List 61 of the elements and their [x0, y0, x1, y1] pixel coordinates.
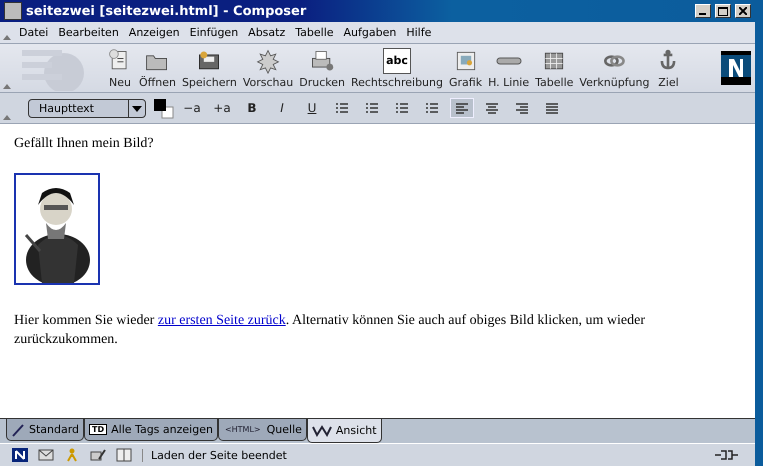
toolbar-button[interactable]: Drucken [296, 48, 348, 88]
caret-icon [128, 100, 145, 116]
app-icon [4, 2, 22, 20]
toolbar-button[interactable]: Ziel [652, 48, 684, 88]
toolbar-button[interactable]: H. Linie [485, 48, 532, 88]
increase-font-button[interactable]: +a [210, 98, 234, 118]
align-lines-icon [545, 102, 559, 114]
italic-button[interactable]: I [270, 98, 294, 118]
numbered-list-icon [365, 102, 379, 114]
underline-button[interactable]: U [300, 98, 324, 118]
toolbar-button[interactable]: Tabelle [532, 48, 576, 88]
n-logo-icon [721, 51, 751, 85]
toolbar-button[interactable]: abc Rechtschreibung [348, 48, 446, 88]
address-book-icon[interactable] [116, 448, 132, 462]
window-title: seitezwei [seitezwei.html] - Composer [26, 4, 308, 18]
toolbar-button[interactable]: Grafik [446, 48, 486, 88]
menu-item[interactable]: Anzeigen [124, 26, 185, 39]
align-lines-icon [515, 102, 529, 114]
indent-icon [425, 102, 439, 114]
menu-item[interactable]: Tabelle [290, 26, 339, 39]
paragraph-style-dropdown[interactable]: Haupttext [28, 98, 146, 118]
pen-icon [11, 422, 25, 436]
gear-icon [255, 48, 282, 74]
collapse-grip-icon[interactable] [3, 115, 11, 120]
bullet-list-icon [335, 102, 349, 114]
menu-item[interactable]: Aufgaben [338, 26, 402, 39]
close-button[interactable] [735, 4, 751, 18]
mode-tab[interactable]: <HTML> Quelle [218, 419, 307, 441]
menu-item[interactable]: Bearbeiten [53, 26, 124, 39]
document-heading: Gefällt Ihnen mein Bild? [14, 135, 155, 153]
mode-tab[interactable]: Ansicht [306, 419, 382, 443]
n-logo-icon[interactable] [12, 448, 28, 462]
close-icon [739, 7, 747, 15]
align-lines-icon [455, 102, 469, 114]
menu-item[interactable]: Hilfe [401, 26, 436, 39]
toolbar-button[interactable]: Speichern [178, 48, 240, 88]
toolbar-button[interactable]: Neu [104, 48, 136, 88]
maximize-button[interactable] [715, 4, 731, 18]
toolbar-button[interactable]: Verknüpfung [576, 48, 652, 88]
mode-tab[interactable]: Standard [6, 419, 84, 441]
menu-item[interactable]: Datei [14, 26, 54, 39]
minimize-button[interactable] [695, 4, 711, 18]
paragraph: Hier kommen Sie wieder zur ersten Seite zurück. Alternativ können Sie auch auf obiges Bild klicken, um wieder zurückzukommen. [14, 312, 646, 349]
decrease-font-button[interactable]: −a [180, 98, 204, 118]
status-text: Laden der Seite beendet [142, 448, 703, 462]
mode-tab[interactable]: TD Alle Tags anzeigen [84, 419, 218, 441]
toolbar-button[interactable]: Öffnen [136, 48, 179, 88]
align-left-button[interactable] [450, 98, 474, 118]
outdent-icon [395, 102, 409, 114]
menu-item[interactable]: Einfügen [184, 26, 244, 39]
collapse-grip-icon[interactable] [3, 35, 11, 40]
maximize-icon [718, 6, 728, 16]
bold-button[interactable]: B [240, 98, 264, 118]
align-lines-icon [485, 102, 499, 114]
toolbar-button[interactable]: Vorschau [240, 48, 296, 88]
mail-icon[interactable] [38, 448, 54, 462]
menu-item[interactable]: Absatz [243, 26, 290, 39]
collapse-grip-icon[interactable] [3, 84, 11, 89]
link[interactable]: zur ersten Seite zurück [158, 313, 286, 328]
spellcheck-icon: abc [383, 48, 411, 74]
text-color-swatch[interactable] [152, 97, 174, 119]
